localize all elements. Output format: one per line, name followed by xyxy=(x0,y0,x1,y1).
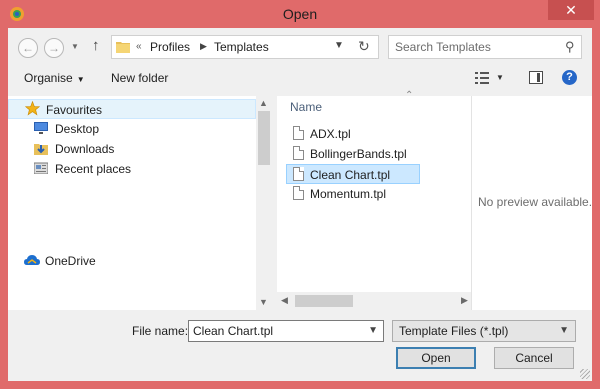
nav-pane-scrollbar[interactable]: ▲ ▼ xyxy=(256,96,272,310)
cancel-button[interactable]: Cancel xyxy=(494,347,574,369)
scroll-up-icon[interactable]: ▲ xyxy=(259,98,268,108)
file-name: BollingerBands.tpl xyxy=(310,147,407,161)
file-icon xyxy=(293,126,304,140)
nav-item-recent-places[interactable]: Recent places xyxy=(8,159,256,179)
nav-item-label: Downloads xyxy=(55,142,115,156)
nav-item-desktop[interactable]: Desktop xyxy=(8,119,256,139)
address-bar[interactable]: « Profiles ▶ Templates ▼ ↻ xyxy=(111,35,379,59)
organise-label: Organise xyxy=(24,71,73,85)
scroll-down-icon[interactable]: ▼ xyxy=(259,297,268,307)
overflow-chevron-icon[interactable]: « xyxy=(136,41,142,52)
forward-button[interactable]: → xyxy=(44,38,64,58)
recent-locations-dropdown[interactable]: ▼ xyxy=(71,42,79,51)
file-name: ADX.tpl xyxy=(310,127,351,141)
resize-grip-icon[interactable] xyxy=(580,369,590,379)
window-title: Open xyxy=(282,6,318,22)
chevron-down-icon[interactable]: ▼ xyxy=(559,325,569,336)
preview-pane: No preview available. xyxy=(471,96,592,310)
navigation-pane: Favourites Desktop Downloads Recent plac… xyxy=(8,96,272,310)
dialog-client: ← → ▼ ↑ « Profiles ▶ Templates ▼ ↻ ⚲ Org… xyxy=(8,28,592,381)
open-button[interactable]: Open xyxy=(396,347,476,369)
nav-item-label: Favourites xyxy=(46,103,103,117)
folder-icon xyxy=(116,42,130,53)
file-icon xyxy=(293,186,304,200)
file-list-scrollbar[interactable]: ◀ ▶ xyxy=(277,292,471,310)
file-item-momentum[interactable]: Momentum.tpl xyxy=(287,184,415,204)
star-icon xyxy=(25,101,40,116)
file-item-bollingerbands[interactable]: BollingerBands.tpl xyxy=(287,144,415,164)
breadcrumb-profiles[interactable]: Profiles xyxy=(150,40,190,54)
file-icon xyxy=(293,146,304,160)
onedrive-icon xyxy=(24,255,40,265)
file-list-pane: ⌃ Name ADX.tpl BollingerBands.tpl Clean … xyxy=(277,90,471,310)
title-bar[interactable]: Open ✕ xyxy=(0,0,600,28)
sort-ascending-icon: ⌃ xyxy=(405,90,414,101)
open-dialog: Open ✕ ← → ▼ ↑ « Profiles ▶ Templates ▼ … xyxy=(0,0,600,389)
view-options-icon[interactable] xyxy=(475,72,489,84)
file-item-adx[interactable]: ADX.tpl xyxy=(287,124,415,144)
scroll-right-icon[interactable]: ▶ xyxy=(461,295,468,306)
file-type-value: Template Files (*.tpl) xyxy=(399,324,509,338)
breadcrumb-templates[interactable]: Templates xyxy=(214,40,269,54)
preview-message: No preview available. xyxy=(478,195,593,209)
downloads-icon xyxy=(34,144,48,155)
back-button[interactable]: ← xyxy=(18,38,38,58)
organise-button[interactable]: Organise ▼ xyxy=(24,71,85,85)
nav-item-label: Recent places xyxy=(55,162,132,176)
file-type-select[interactable]: Template Files (*.tpl) ▼ xyxy=(392,320,576,342)
nav-item-onedrive[interactable]: OneDrive xyxy=(8,251,256,271)
up-button[interactable]: ↑ xyxy=(92,37,100,54)
scrollbar-thumb[interactable] xyxy=(295,295,353,307)
refresh-icon[interactable]: ↻ xyxy=(358,38,370,55)
file-name-label: File name: xyxy=(132,324,189,338)
file-name: Clean Chart.tpl xyxy=(310,168,391,182)
scrollbar-thumb[interactable] xyxy=(258,111,270,165)
view-dropdown-icon[interactable]: ▼ xyxy=(496,73,504,82)
file-name: Momentum.tpl xyxy=(310,187,387,201)
scroll-left-icon[interactable]: ◀ xyxy=(281,295,288,306)
close-button[interactable]: ✕ xyxy=(548,0,594,20)
search-icon[interactable]: ⚲ xyxy=(565,39,575,55)
chevron-down-icon: ▼ xyxy=(76,75,85,84)
desktop-icon xyxy=(34,122,48,134)
file-name-input[interactable] xyxy=(193,324,363,338)
nav-item-label: Desktop xyxy=(55,122,100,136)
breadcrumb-separator-icon[interactable]: ▶ xyxy=(200,41,207,52)
file-icon xyxy=(293,167,304,181)
recent-places-icon xyxy=(34,162,48,174)
new-folder-button[interactable]: New folder xyxy=(111,71,168,85)
search-input[interactable] xyxy=(395,39,555,55)
search-box[interactable]: ⚲ xyxy=(388,35,582,59)
preview-pane-toggle-icon[interactable] xyxy=(529,71,543,84)
nav-item-label: OneDrive xyxy=(45,254,96,268)
file-name-combobox[interactable]: ▼ xyxy=(188,320,384,342)
nav-item-downloads[interactable]: Downloads xyxy=(8,139,256,159)
help-icon[interactable]: ? xyxy=(562,70,577,85)
chevron-down-icon[interactable]: ▼ xyxy=(368,325,378,336)
column-header-name[interactable]: Name xyxy=(290,100,322,114)
address-dropdown-icon[interactable]: ▼ xyxy=(334,40,344,51)
file-item-clean-chart[interactable]: Clean Chart.tpl xyxy=(286,164,420,184)
nav-item-favourites[interactable]: Favourites xyxy=(8,99,256,119)
